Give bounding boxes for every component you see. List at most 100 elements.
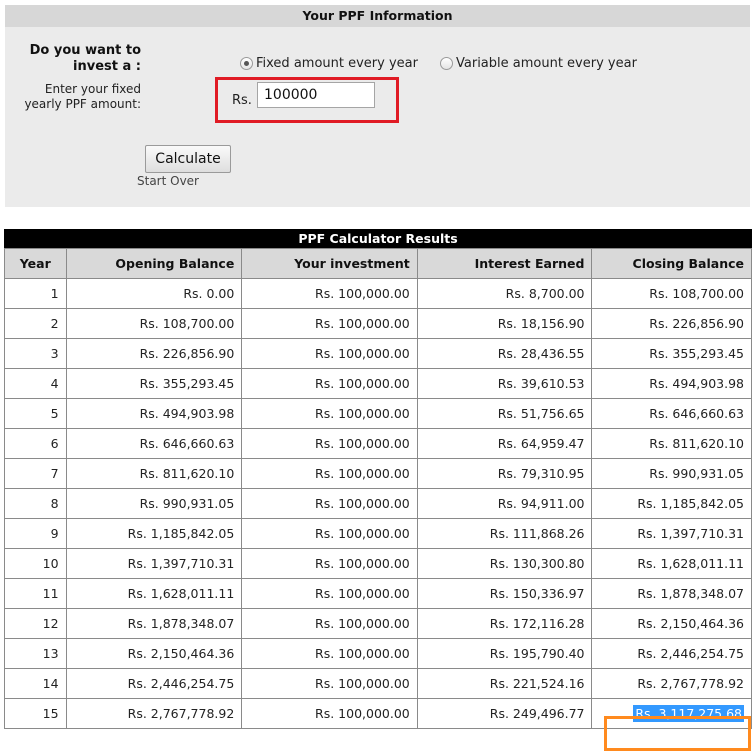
col-header-year: Year — [4, 248, 67, 279]
table-row: 4 Rs. 355,293.45 Rs. 100,000.00 Rs. 39,610.… — [4, 368, 752, 399]
col-header-closing-balance: Closing Balance — [591, 248, 752, 279]
closing-balance-cell: Rs. 2,150,464.36 — [591, 608, 752, 639]
investment-cell: Rs. 100,000.00 — [241, 458, 418, 489]
interest-earned-cell: Rs. 18,156.90 — [416, 308, 593, 339]
year-cell: 14 — [4, 668, 67, 699]
closing-balance-cell: Rs. 1,628,011.11 — [591, 548, 752, 579]
col-header-opening-balance: Opening Balance — [65, 248, 243, 279]
table-row: 9 Rs. 1,185,842.05 Rs. 100,000.00 Rs. 111,8… — [4, 518, 752, 549]
year-cell: 12 — [4, 608, 67, 639]
interest-earned-cell: Rs. 39,610.53 — [416, 368, 593, 399]
interest-earned-cell: Rs. 249,496.77 — [416, 698, 593, 729]
investment-cell: Rs. 100,000.00 — [241, 668, 418, 699]
closing-balance-cell: Rs. 226,856.90 — [591, 308, 752, 339]
opening-balance-cell: Rs. 0.00 — [65, 278, 243, 309]
results-body: 1 Rs. 0.00 Rs. 100,000.00 Rs. 8,700.00 Rs. 1… — [4, 278, 752, 729]
interest-earned-cell: Rs. 195,790.40 — [416, 638, 593, 669]
opening-balance-cell: Rs. 108,700.00 — [65, 308, 243, 339]
year-cell: 15 — [4, 698, 67, 729]
calculate-button[interactable]: Calculate — [145, 145, 231, 173]
amount-field-label: Enter your fixed yearly PPF amount: — [5, 82, 141, 112]
opening-balance-cell: Rs. 1,878,348.07 — [65, 608, 243, 639]
table-row: 3 Rs. 226,856.90 Rs. 100,000.00 Rs. 28,436.… — [4, 338, 752, 369]
year-cell: 9 — [4, 518, 67, 549]
closing-balance-cell: Rs. 2,767,778.92 — [591, 668, 752, 699]
investment-cell: Rs. 100,000.00 — [241, 578, 418, 609]
invest-type-question: Do you want to invest a : — [5, 43, 141, 75]
opening-balance-cell: Rs. 990,931.05 — [65, 488, 243, 519]
year-cell: 2 — [4, 308, 67, 339]
year-cell: 6 — [4, 428, 67, 459]
year-cell: 13 — [4, 638, 67, 669]
opening-balance-cell: Rs. 2,150,464.36 — [65, 638, 243, 669]
year-cell: 3 — [4, 338, 67, 369]
investment-cell: Rs. 100,000.00 — [241, 368, 418, 399]
col-header-interest-earned: Interest Earned — [416, 248, 593, 279]
radio-variable-icon[interactable] — [440, 57, 453, 70]
ppf-results-table: PPF Calculator Results Year Opening Bala… — [4, 229, 752, 729]
table-row: 13 Rs. 2,150,464.36 Rs. 100,000.00 Rs. 195,… — [4, 638, 752, 669]
investment-cell: Rs. 100,000.00 — [241, 398, 418, 429]
start-over-link[interactable]: Start Over — [137, 174, 199, 188]
radio-variable-amount[interactable]: Variable amount every year — [440, 56, 637, 71]
currency-prefix: Rs. — [232, 93, 252, 108]
interest-earned-cell: Rs. 221,524.16 — [416, 668, 593, 699]
question-line-2: invest a : — [73, 59, 141, 74]
closing-balance-cell: Rs. 811,620.10 — [591, 428, 752, 459]
investment-cell: Rs. 100,000.00 — [241, 338, 418, 369]
results-header-row: Year Opening Balance Your investment Int… — [4, 248, 752, 279]
radio-fixed-label: Fixed amount every year — [256, 56, 418, 71]
interest-earned-cell: Rs. 111,868.26 — [416, 518, 593, 549]
investment-cell: Rs. 100,000.00 — [241, 638, 418, 669]
interest-earned-cell: Rs. 150,336.97 — [416, 578, 593, 609]
table-row: 6 Rs. 646,660.63 Rs. 100,000.00 Rs. 64,959.… — [4, 428, 752, 459]
closing-balance-cell: Rs. 646,660.63 — [591, 398, 752, 429]
interest-earned-cell: Rs. 172,116.28 — [416, 608, 593, 639]
investment-cell: Rs. 100,000.00 — [241, 608, 418, 639]
interest-earned-cell: Rs. 130,300.80 — [416, 548, 593, 579]
closing-balance-cell: Rs. 2,446,254.75 — [591, 638, 752, 669]
table-row: 11 Rs. 1,628,011.11 Rs. 100,000.00 Rs. 150,… — [4, 578, 752, 609]
interest-earned-cell: Rs. 28,436.55 — [416, 338, 593, 369]
table-row: 5 Rs. 494,903.98 Rs. 100,000.00 Rs. 51,756.… — [4, 398, 752, 429]
investment-cell: Rs. 100,000.00 — [241, 428, 418, 459]
investment-cell: Rs. 100,000.00 — [241, 698, 418, 729]
ppf-amount-input[interactable] — [257, 82, 375, 108]
opening-balance-cell: Rs. 811,620.10 — [65, 458, 243, 489]
investment-cell: Rs. 100,000.00 — [241, 278, 418, 309]
year-cell: 8 — [4, 488, 67, 519]
table-row: 7 Rs. 811,620.10 Rs. 100,000.00 Rs. 79,310.… — [4, 458, 752, 489]
interest-earned-cell: Rs. 79,310.95 — [416, 458, 593, 489]
radio-fixed-icon[interactable] — [240, 57, 253, 70]
closing-balance-cell: Rs. 355,293.45 — [591, 338, 752, 369]
closing-balance-cell: Rs. 990,931.05 — [591, 458, 752, 489]
closing-balance-cell: Rs. 3,117,275.68 — [591, 698, 752, 729]
opening-balance-cell: Rs. 2,446,254.75 — [65, 668, 243, 699]
table-row: 2 Rs. 108,700.00 Rs. 100,000.00 Rs. 18,156.… — [4, 308, 752, 339]
opening-balance-cell: Rs. 1,185,842.05 — [65, 518, 243, 549]
interest-earned-cell: Rs. 64,959.47 — [416, 428, 593, 459]
ppf-info-title: Your PPF Information — [5, 5, 750, 27]
year-cell: 11 — [4, 578, 67, 609]
opening-balance-cell: Rs. 355,293.45 — [65, 368, 243, 399]
closing-balance-cell: Rs. 1,397,710.31 — [591, 518, 752, 549]
table-row: 8 Rs. 990,931.05 Rs. 100,000.00 Rs. 94,911.… — [4, 488, 752, 519]
radio-fixed-amount[interactable]: Fixed amount every year — [240, 56, 418, 71]
selected-closing-balance: Rs. 3,117,275.68 — [633, 705, 744, 722]
table-row: 12 Rs. 1,878,348.07 Rs. 100,000.00 Rs. 172,… — [4, 608, 752, 639]
investment-cell: Rs. 100,000.00 — [241, 548, 418, 579]
opening-balance-cell: Rs. 1,397,710.31 — [65, 548, 243, 579]
interest-earned-cell: Rs. 8,700.00 — [416, 278, 593, 309]
closing-balance-cell: Rs. 1,878,348.07 — [591, 578, 752, 609]
opening-balance-cell: Rs. 226,856.90 — [65, 338, 243, 369]
opening-balance-cell: Rs. 494,903.98 — [65, 398, 243, 429]
table-row: 15 Rs. 2,767,778.92 Rs. 100,000.00 Rs. 249,… — [4, 698, 752, 729]
investment-cell: Rs. 100,000.00 — [241, 518, 418, 549]
investment-cell: Rs. 100,000.00 — [241, 488, 418, 519]
table-row: 1 Rs. 0.00 Rs. 100,000.00 Rs. 8,700.00 Rs. 1… — [4, 278, 752, 309]
year-cell: 1 — [4, 278, 67, 309]
year-cell: 10 — [4, 548, 67, 579]
year-cell: 7 — [4, 458, 67, 489]
amount-label-line-1: Enter your fixed — [44, 82, 141, 96]
amount-label-line-2: yearly PPF amount: — [24, 97, 141, 111]
